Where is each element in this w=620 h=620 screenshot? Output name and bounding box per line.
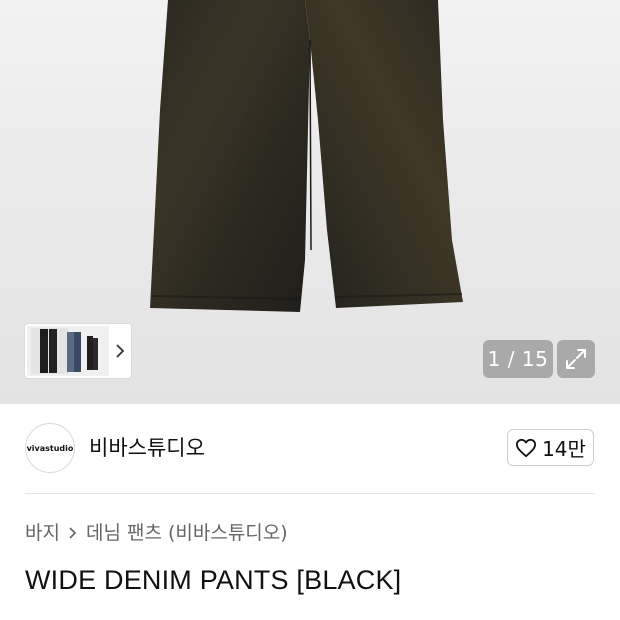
thumbnail-strip[interactable] xyxy=(25,324,131,378)
thumbnail-next-button[interactable] xyxy=(109,324,131,378)
expand-icon xyxy=(566,349,586,369)
product-thumbnail[interactable] xyxy=(27,326,109,376)
image-counter: 1 / 15 xyxy=(483,340,553,378)
like-count: 14만 xyxy=(542,437,586,461)
product-title: WIDE DENIM PANTS [BLACK] xyxy=(25,565,402,595)
brand-logo[interactable]: vivastudio xyxy=(25,423,75,473)
heart-icon xyxy=(516,438,537,457)
expand-button[interactable] xyxy=(557,340,595,378)
like-button[interactable]: 14만 xyxy=(507,429,594,466)
brand-logo-text: vivastudio xyxy=(26,443,74,453)
brand-row[interactable]: vivastudio 비바스튜디오 14만 xyxy=(0,404,620,494)
chevron-right-icon xyxy=(63,520,83,546)
product-image-gallery[interactable]: 1 / 15 xyxy=(0,0,620,404)
chevron-right-icon xyxy=(116,344,125,358)
brand-name[interactable]: 비바스튜디오 xyxy=(89,434,205,462)
divider xyxy=(25,493,595,494)
breadcrumb: 바지 데님 팬츠 (비바스튜디오) xyxy=(25,520,288,546)
breadcrumb-item[interactable]: 바지 xyxy=(25,520,60,546)
breadcrumb-item[interactable]: 데님 팬츠 (비바스튜디오) xyxy=(86,520,288,546)
